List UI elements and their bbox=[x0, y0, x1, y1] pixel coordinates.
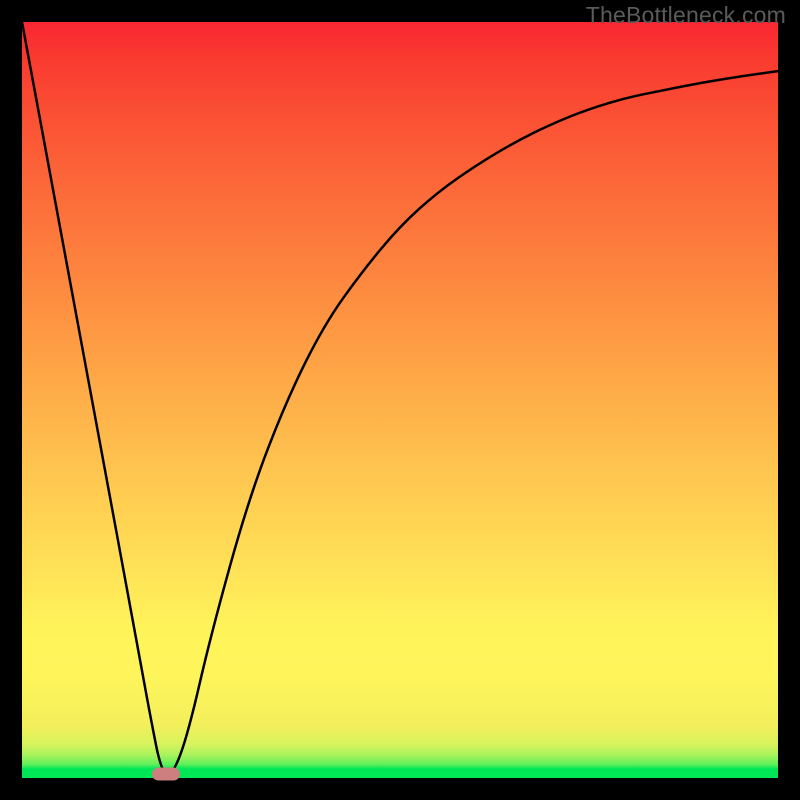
plot-area bbox=[22, 22, 778, 778]
bottleneck-curve bbox=[22, 22, 778, 778]
chart-container: TheBottleneck.com bbox=[0, 0, 800, 800]
attribution-text: TheBottleneck.com bbox=[586, 2, 786, 29]
optimal-point-marker bbox=[152, 768, 180, 781]
